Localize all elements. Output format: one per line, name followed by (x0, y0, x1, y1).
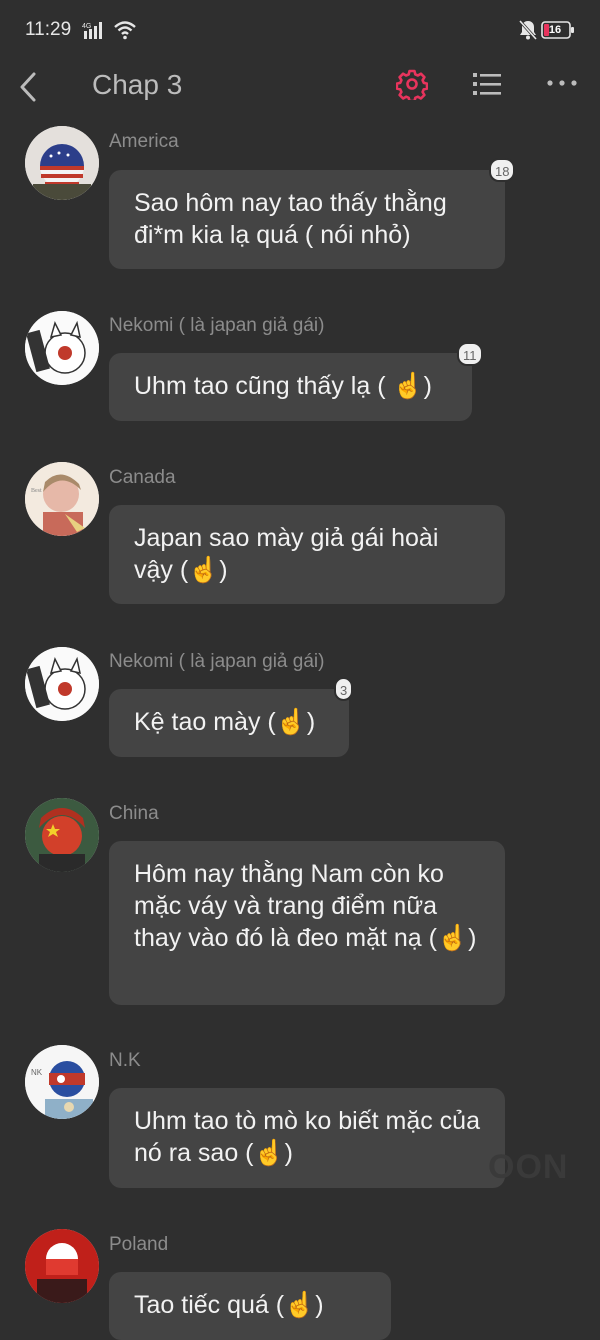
watermark-logo: OON (488, 1148, 569, 1186)
status-time: 11:29 (25, 19, 72, 40)
svg-text:Best: Best (31, 488, 42, 494)
message-bubble[interactable]: Sao hôm nay tao thấy thằng đi*m kia lạ q… (109, 170, 505, 269)
comment-count-badge[interactable]: 3 (334, 677, 354, 701)
back-arrow-icon[interactable] (18, 70, 42, 104)
sender-name: Nekomi ( là japan giả gái) (109, 651, 325, 672)
avatar-nekomi[interactable] (25, 647, 99, 721)
message-bubble[interactable]: Japan sao mày giả gái hoài vậy (☝️) (109, 505, 505, 604)
svg-text:4G: 4G (82, 23, 91, 30)
avatar-canada[interactable]: Best (25, 462, 99, 536)
sender-name: Poland (109, 1234, 169, 1255)
sender-name: N.K (109, 1050, 141, 1071)
notifications-off-icon (518, 19, 538, 41)
chapter-list-icon[interactable] (472, 70, 502, 98)
message-bubble[interactable]: Uhm tao tò mò ko biết mặc của nó ra sao … (109, 1088, 505, 1188)
avatar-america[interactable] (25, 126, 99, 200)
battery-icon: 16 (541, 21, 575, 39)
comment-count-badge[interactable]: 11 (457, 342, 483, 366)
message-bubble[interactable]: Uhm tao cũng thấy lạ ( ☝️) (109, 353, 472, 421)
avatar-nekomi[interactable] (25, 311, 99, 385)
more-options-icon[interactable] (546, 76, 578, 90)
signal-4g-icon: 4G (82, 21, 106, 39)
sender-name: Nekomi ( là japan giả gái) (109, 315, 325, 336)
sender-name: Canada (109, 467, 176, 488)
avatar-poland[interactable] (25, 1229, 99, 1303)
avatar-north-korea[interactable]: NK (25, 1045, 99, 1119)
message-bubble[interactable]: Hôm nay thằng Nam còn ko mặc váy và tran… (109, 841, 505, 1005)
message-bubble[interactable]: Kệ tao mày (☝️) (109, 689, 349, 757)
status-bar: 11:29 4G 16 (0, 0, 600, 60)
avatar-china[interactable] (25, 798, 99, 872)
chapter-title: Chap 3 (92, 69, 183, 100)
sender-name: America (109, 131, 179, 152)
battery-level: 16 (548, 24, 562, 36)
wifi-icon (114, 20, 136, 40)
comment-count-badge[interactable]: 18 (489, 158, 516, 182)
message-bubble[interactable]: Tao tiếc quá (☝️) (109, 1272, 391, 1340)
sender-name: China (109, 803, 159, 824)
settings-gear-icon[interactable] (395, 68, 429, 103)
svg-text:NK: NK (31, 1068, 43, 1077)
top-app-bar: Chap 3 (0, 60, 600, 120)
